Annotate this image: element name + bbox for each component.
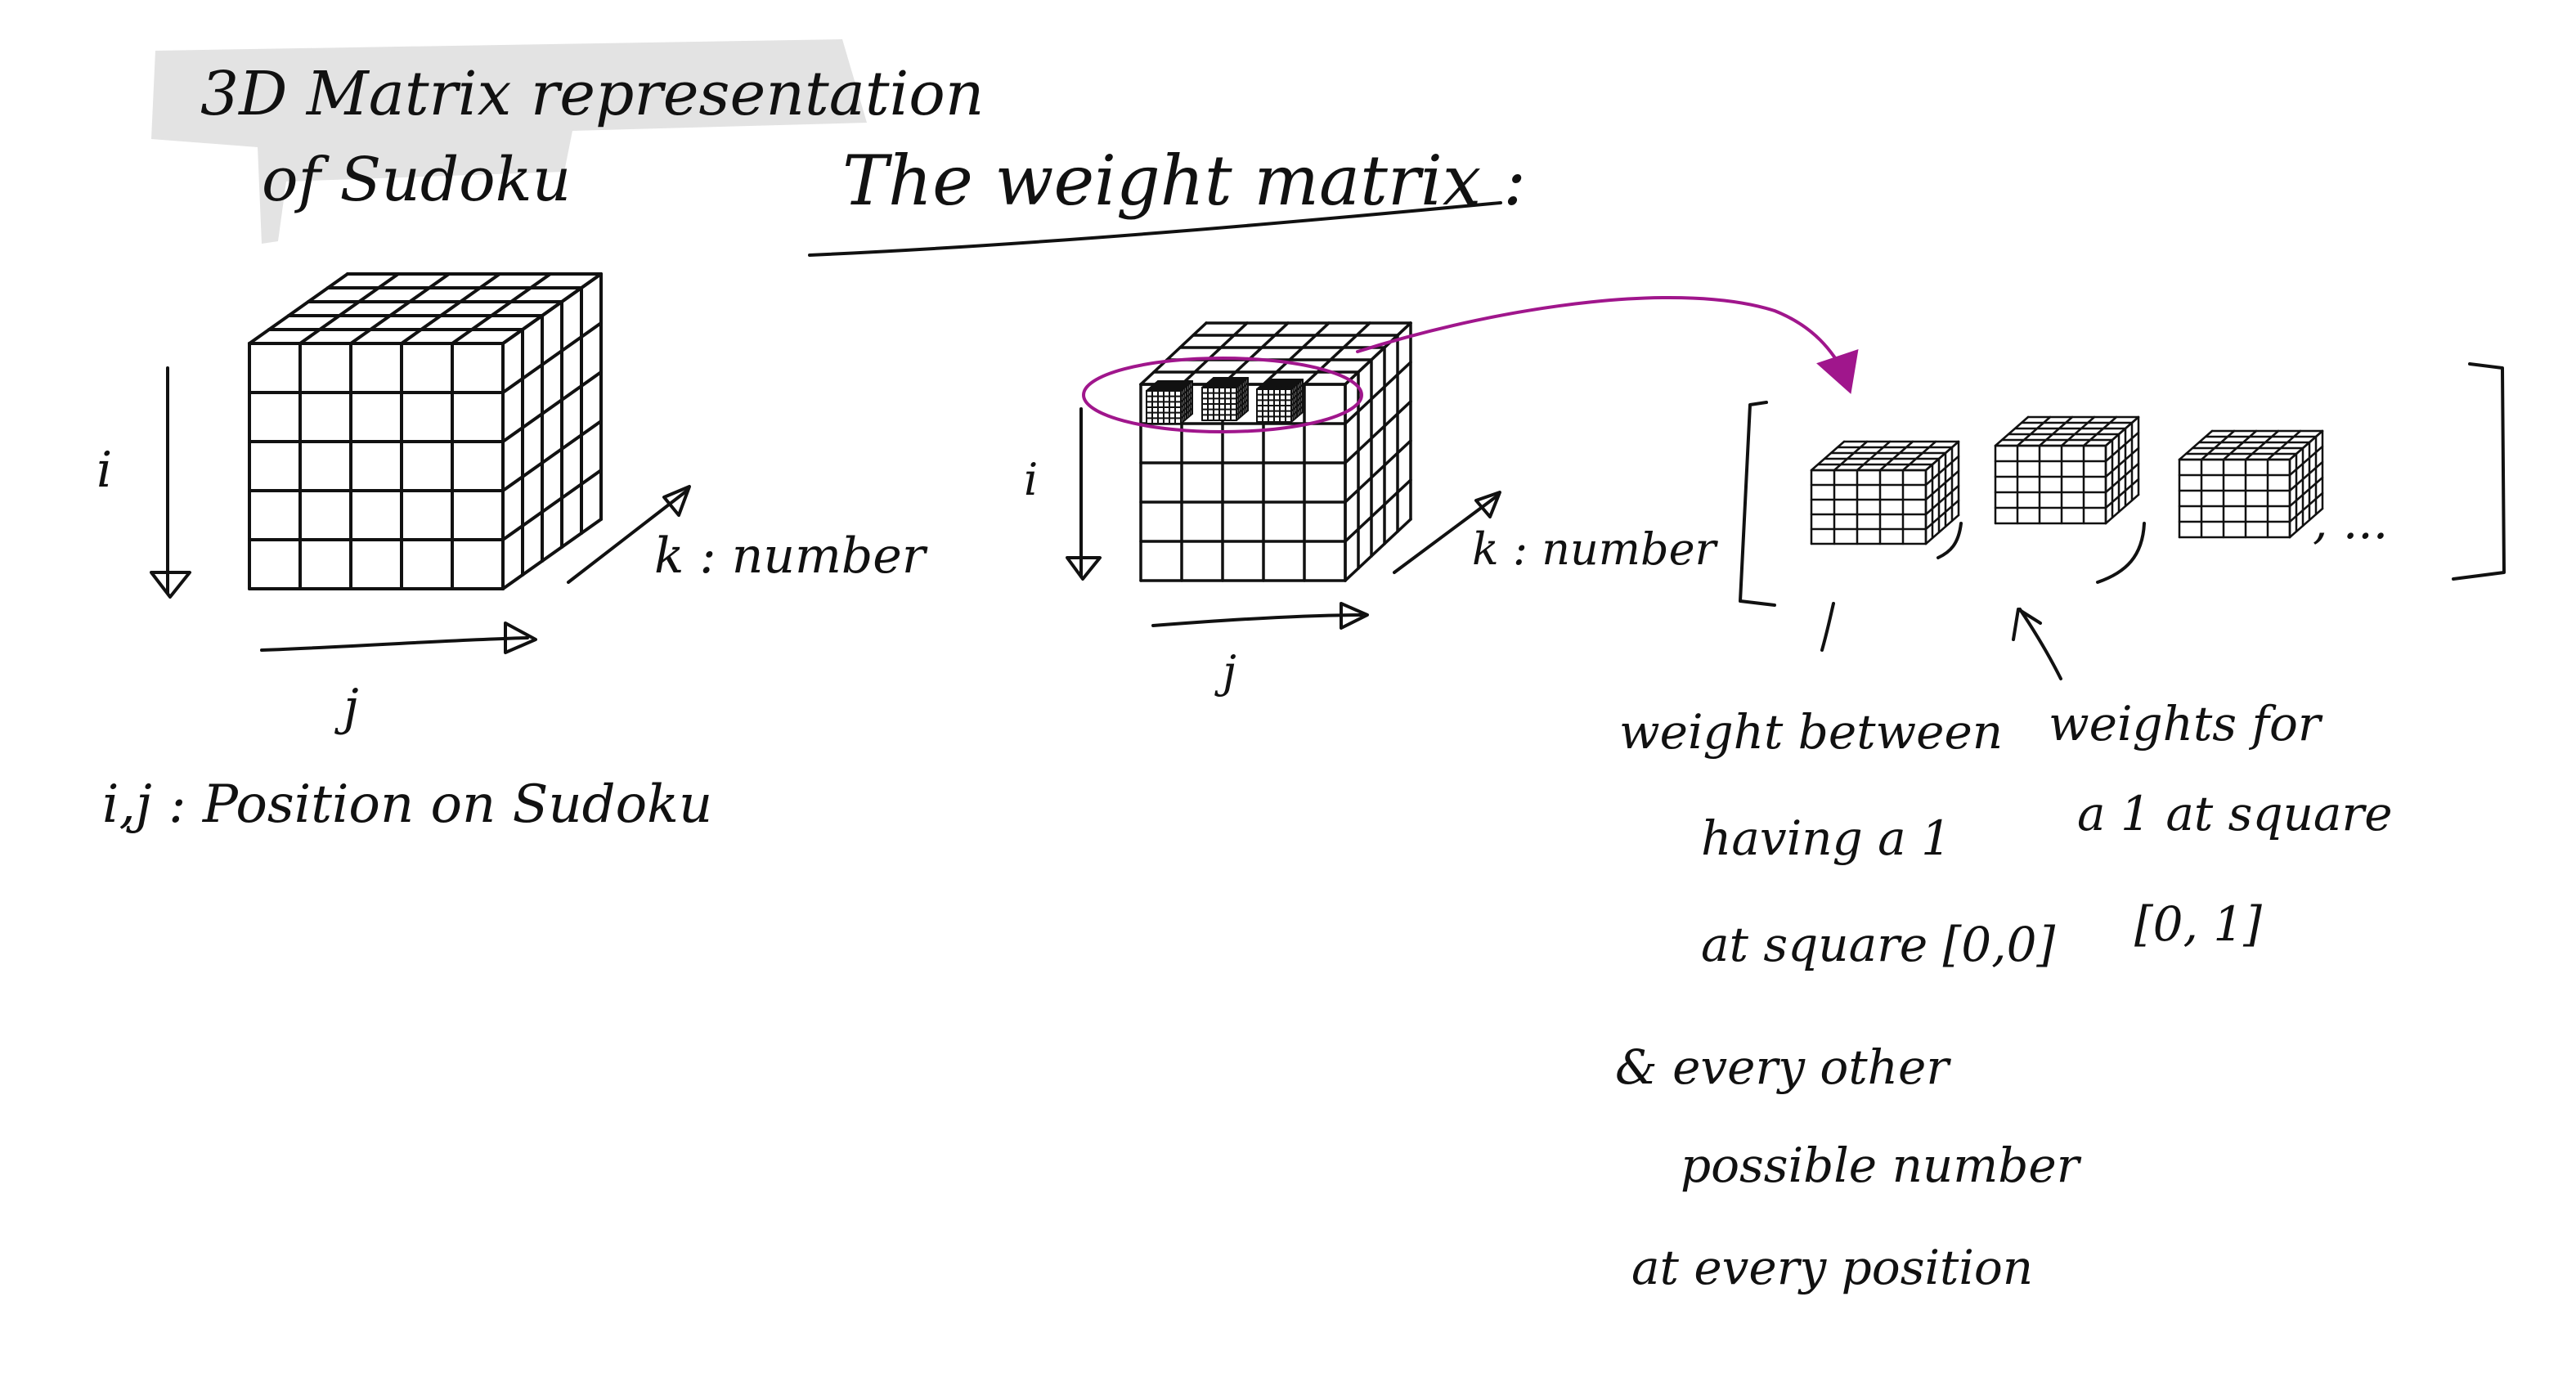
grid-line	[1924, 469, 1960, 501]
grid-line	[451, 272, 552, 345]
annotation-line-2: having a 1	[1701, 810, 1951, 866]
annotation-line-4: & every other	[1615, 1039, 1951, 1095]
j-axis-arrow-2	[1151, 613, 1363, 627]
grid-line	[1344, 321, 1412, 386]
comma-2	[2096, 522, 2146, 584]
j-axis-label: j	[334, 679, 359, 736]
i-axis-label-2: i	[1024, 454, 1038, 505]
annotation-weights-for: weights for a 1 at square [0, 1]	[2049, 696, 2393, 952]
grid-line	[2104, 462, 2140, 494]
grid-line	[1924, 484, 1960, 516]
grid-line	[1139, 321, 1208, 386]
weight-matrix-heading: The weight matrix :	[808, 141, 1526, 257]
small-cube-1	[1810, 440, 1960, 545]
annotation-weight-between: weight between having a 1 at square [0,0…	[1615, 704, 2082, 1295]
annotation-2-line-1: weights for	[2049, 696, 2323, 752]
grid-line	[298, 272, 400, 345]
list-ellipsis: , ...	[2313, 494, 2388, 550]
position-note: i,j : Position on Sudoku	[102, 774, 712, 835]
grid-line	[1180, 321, 1249, 386]
grid-line	[1344, 400, 1412, 464]
grid-line	[2288, 460, 2324, 492]
grid-line	[2288, 445, 2324, 477]
grid-line	[1344, 518, 1412, 582]
small-cube-2	[1994, 415, 2140, 525]
pointer-arrow-2	[2018, 608, 2062, 680]
annotation-line-3: at square [0,0]	[1701, 917, 2056, 972]
small-cube-3	[2178, 429, 2324, 539]
selection-arrow	[1356, 296, 1846, 374]
whiteboard-canvas: 3D Matrix representation of Sudoku The w…	[96, 39, 2506, 1295]
grid-line	[1924, 499, 1960, 531]
grid-line	[1221, 321, 1290, 386]
grid-line	[1924, 514, 1960, 545]
grid-line	[1924, 455, 1960, 487]
grid-line	[1344, 478, 1412, 543]
grid-line	[248, 272, 349, 345]
grid-line	[2104, 446, 2140, 478]
comma-1	[1936, 522, 1963, 559]
title-line-2: of Sudoku	[262, 145, 571, 215]
i-axis-arrowhead-2	[1066, 556, 1102, 581]
pointer-arrow-1	[1820, 602, 1835, 652]
k-axis-label: k : number	[654, 527, 928, 585]
annotation-line-5: possible number	[1681, 1137, 2082, 1193]
i-axis-label: i	[96, 442, 112, 499]
weight-list: , ...	[1739, 362, 2506, 680]
grid-line	[349, 272, 451, 345]
i-axis-arrowhead	[150, 571, 191, 599]
grid-line	[2104, 478, 2140, 509]
highlighted-subcubes	[1146, 377, 1304, 424]
selection-arrowhead	[1816, 349, 1859, 394]
annotation-line-6: at every position	[1631, 1240, 2033, 1295]
title-line-1: 3D Matrix representation	[200, 59, 984, 129]
right-bracket	[2452, 362, 2506, 581]
sudoku-cube	[248, 272, 603, 590]
grid-line	[1344, 439, 1412, 504]
j-axis-label-2: j	[1214, 646, 1236, 698]
grid-line	[1262, 321, 1331, 386]
annotation-2-line-3: [0, 1]	[2134, 896, 2262, 952]
grid-line	[2104, 431, 2140, 463]
annotation-2-line-2: a 1 at square	[2077, 786, 2393, 841]
k-axis-label-2: k : number	[1472, 523, 1719, 575]
left-axes: i j k : number i,j : Position on Sudoku	[96, 366, 928, 835]
j-axis-arrow	[260, 636, 529, 652]
annotation-line-1: weight between	[1619, 704, 2003, 760]
grid-line	[400, 272, 501, 345]
left-bracket	[1739, 401, 1776, 607]
grid-line	[2104, 493, 2140, 525]
